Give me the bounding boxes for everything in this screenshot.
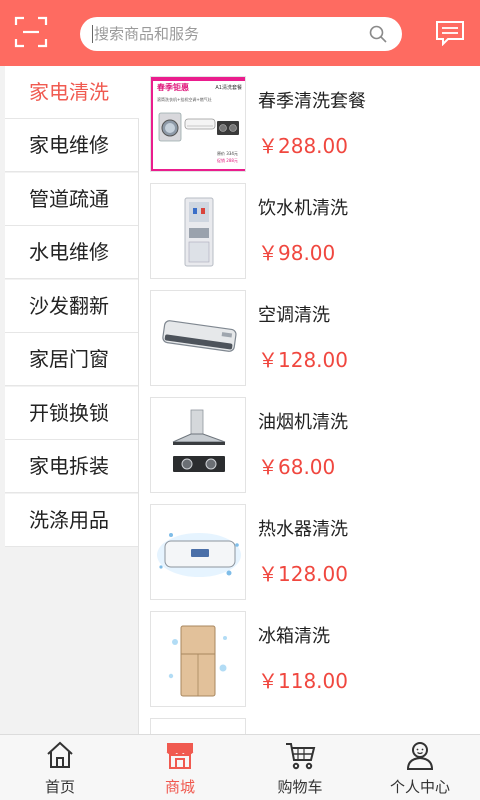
appliance-bundle-icon [158, 112, 239, 142]
list-item[interactable]: 油烟机清洗 ￥68.00 [150, 397, 480, 493]
sidebar-item-detergents[interactable]: 洗涤用品 [5, 494, 138, 547]
air-conditioner-image[interactable] [150, 290, 246, 386]
list-item[interactable]: 冰箱清洗 ￥118.00 [150, 611, 480, 707]
top-bar: 搜索商品和服务 [0, 0, 480, 66]
product-image-partial[interactable] [150, 718, 246, 734]
sidebar-item-appliance-repair[interactable]: 家电维修 [5, 119, 138, 172]
list-item[interactable]: 春季钜惠 A1清洗套餐 滚筒洗衣机+挂机空调+燃气灶 原价 334元 促销 28… [150, 76, 480, 172]
sidebar-item-plumbing-electric[interactable]: 水电维修 [5, 226, 138, 279]
shop-icon [166, 743, 194, 769]
range-hood-image[interactable] [150, 397, 246, 493]
banner-tag: A1清洗套餐 [215, 85, 242, 91]
nav-profile[interactable]: 个人中心 [360, 735, 480, 800]
nav-label: 购物车 [277, 778, 323, 796]
sidebar-item-pipe-dredging[interactable]: 管道疏通 [5, 173, 138, 226]
sidebar-item-locksmith[interactable]: 开锁换锁 [5, 387, 138, 440]
search-placeholder: 搜索商品和服务 [94, 25, 200, 43]
sidebar-item-appliance-install[interactable]: 家电拆装 [5, 440, 138, 493]
list-item[interactable] [150, 718, 480, 734]
list-item[interactable]: 空调清洗 ￥128.00 [150, 290, 480, 386]
sidebar-item-appliance-cleaning[interactable]: 家电清洗 [5, 66, 139, 119]
banner-sale: 促销 288元 [217, 158, 238, 163]
product-price: ￥128.00 [258, 348, 348, 372]
water-heater-image[interactable] [150, 504, 246, 600]
product-price: ￥68.00 [258, 455, 336, 479]
banner-subtitle: 滚筒洗衣机+挂机空调+燃气灶 [157, 97, 212, 102]
spring-package-image[interactable]: 春季钜惠 A1清洗套餐 滚筒洗衣机+挂机空调+燃气灶 原价 334元 促销 28… [150, 76, 246, 172]
product-name[interactable]: 空调清洗 [258, 304, 330, 328]
sidebar-item-sofa-renovation[interactable]: 沙发翻新 [5, 280, 138, 333]
banner-header: 春季钜惠 A1清洗套餐 [153, 81, 245, 95]
product-name[interactable]: 油烟机清洗 [258, 411, 348, 435]
banner-price: 原价 334元 [217, 151, 238, 156]
nav-home[interactable]: 首页 [0, 735, 120, 800]
nav-label: 首页 [44, 778, 75, 796]
product-price: ￥128.00 [258, 562, 348, 586]
list-item[interactable]: 饮水机清洗 ￥98.00 [150, 183, 480, 279]
list-item[interactable]: 热水器清洗 ￥128.00 [150, 504, 480, 600]
refrigerator-image[interactable] [150, 611, 246, 707]
banner-card: 春季钜惠 A1清洗套餐 滚筒洗衣机+挂机空调+燃气灶 原价 334元 促销 28… [153, 81, 245, 169]
banner-title: 春季钜惠 [157, 83, 189, 92]
text-caret [92, 25, 93, 43]
scan-icon[interactable] [14, 16, 48, 48]
category-sidebar: 家电清洗 家电维修 管道疏通 水电维修 沙发翻新 家居门窗 开锁换锁 家电拆装 … [0, 66, 139, 734]
water-dispenser-image[interactable] [150, 183, 246, 279]
search-input[interactable]: 搜索商品和服务 [80, 17, 402, 51]
search-icon[interactable] [368, 24, 388, 44]
cart-icon [286, 743, 316, 770]
user-icon [406, 742, 434, 770]
message-icon[interactable] [434, 20, 466, 47]
product-price: ￥118.00 [258, 669, 348, 693]
product-name[interactable]: 冰箱清洗 [258, 625, 330, 649]
home-icon [47, 741, 73, 768]
sidebar-item-doors-windows[interactable]: 家居门窗 [5, 333, 138, 386]
product-name[interactable]: 春季清洗套餐 [258, 90, 366, 114]
product-name[interactable]: 热水器清洗 [258, 518, 348, 542]
product-price: ￥288.00 [258, 134, 348, 158]
nav-shop[interactable]: 商城 [120, 735, 240, 800]
nav-cart[interactable]: 购物车 [240, 735, 360, 800]
product-price: ￥98.00 [258, 241, 336, 265]
nav-label: 商城 [164, 778, 195, 796]
product-name[interactable]: 饮水机清洗 [258, 197, 348, 221]
nav-label: 个人中心 [389, 778, 450, 796]
product-list: 春季钜惠 A1清洗套餐 滚筒洗衣机+挂机空调+燃气灶 原价 334元 促销 28… [140, 66, 480, 734]
bottom-nav: 首页 商城 购物车 个人中心 [0, 734, 480, 800]
